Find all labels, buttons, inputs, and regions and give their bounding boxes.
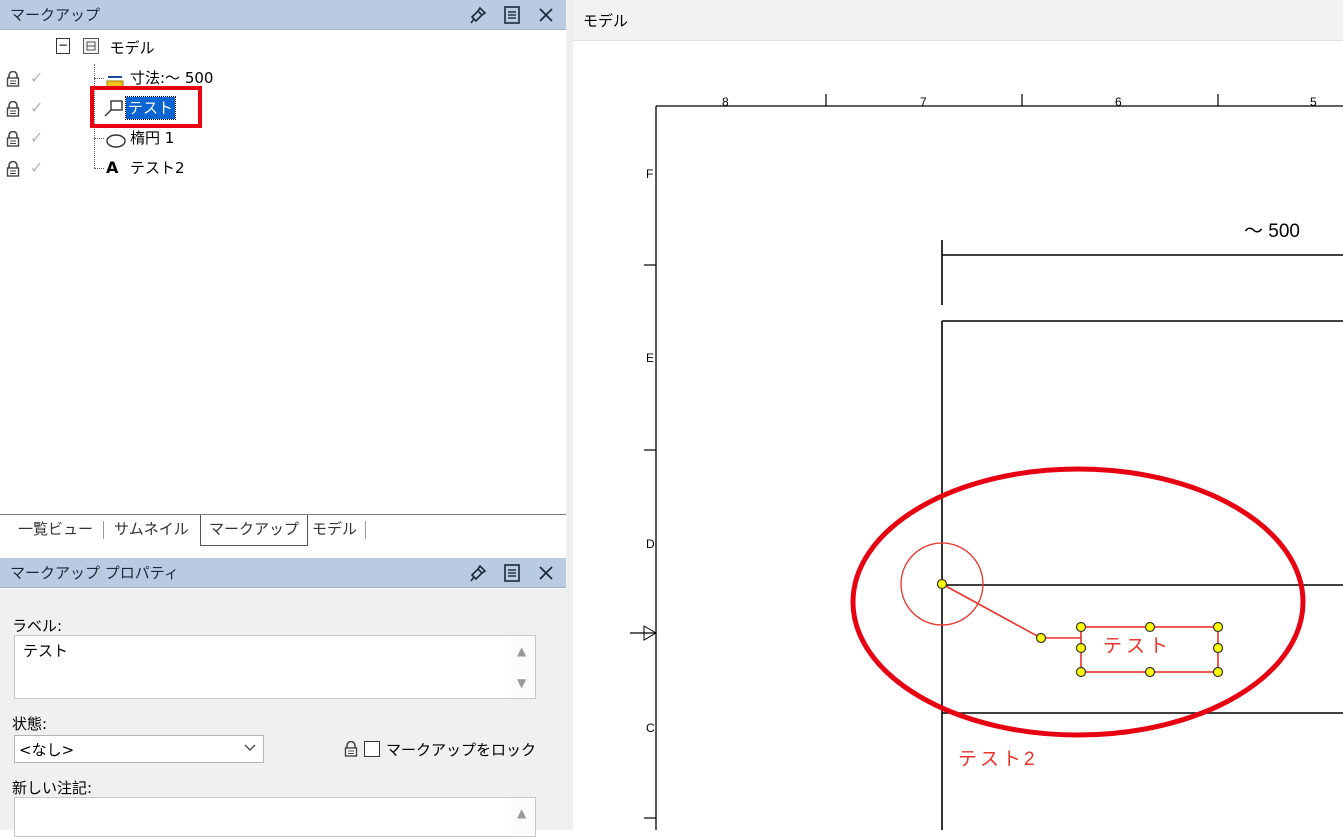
label-textarea[interactable]: テスト ▲ ▼ [14, 635, 536, 699]
lock-markup-label: マークアップをロック [386, 741, 537, 759]
label-caption: ラベル: [12, 617, 63, 635]
model-root-icon [82, 37, 99, 54]
handle[interactable] [1212, 621, 1224, 633]
lock-markup-lock-icon [344, 740, 358, 761]
column-label: 7 [920, 95, 927, 109]
tab-thumbnail[interactable]: サムネイル [106, 515, 197, 545]
properties-body: ラベル: テスト ▲ ▼ 状態: <なし> マークアップをロック 新しい注記: … [0, 589, 566, 837]
state-caption: 状態: [12, 715, 48, 733]
label-value: テスト [23, 642, 69, 660]
visible-check-icon[interactable]: ✓ [30, 124, 43, 152]
handle[interactable] [1144, 621, 1156, 633]
close-icon[interactable] [536, 563, 556, 583]
lock-markup-checkbox[interactable] [364, 741, 380, 757]
panel-tabs: 一覧ビュー サムネイル マークアップ モデル [0, 514, 566, 547]
tree-item-dimension[interactable]: ✓ 寸法:～ 500 [0, 64, 560, 92]
callout-leader-line[interactable] [941, 583, 1081, 639]
tab-list-view[interactable]: 一覧ビュー [10, 515, 101, 545]
properties-panel-title-bar: マークアップ プロパティ [0, 558, 566, 588]
new-note-scrollbar[interactable]: ▲ [511, 798, 535, 836]
highlight-ellipse [850, 466, 1306, 738]
markup-panel-title: マークアップ [10, 6, 101, 24]
handle[interactable] [1075, 642, 1087, 654]
menu-icon[interactable] [502, 563, 522, 583]
scroll-down-icon[interactable]: ▼ [517, 676, 526, 690]
drawing-canvas[interactable]: 8 7 6 5 F E D C ～ 500 テスト テスト2 [573, 41, 1343, 830]
selection-handles[interactable] [936, 578, 1224, 678]
handle[interactable] [1075, 621, 1087, 633]
drawing-header: モデル [573, 0, 1343, 41]
row-label: C [646, 721, 655, 735]
scroll-up-icon[interactable]: ▲ [517, 806, 526, 820]
row-label: D [646, 537, 655, 551]
lock-icon[interactable] [6, 128, 20, 147]
column-label: 8 [722, 95, 729, 109]
tree-item-text[interactable]: ✓ A テスト2 [0, 154, 560, 182]
lock-icon[interactable] [6, 98, 20, 117]
dimension-text: ～ 500 [1244, 221, 1300, 242]
row-label: E [646, 351, 654, 365]
tree-root-row[interactable]: − モデル [56, 34, 155, 62]
column-label: 5 [1310, 95, 1317, 109]
tree-root-label: モデル [109, 39, 155, 57]
callout-text: テスト [1103, 636, 1172, 657]
handle[interactable] [1212, 642, 1224, 654]
close-icon[interactable] [536, 5, 556, 25]
lock-icon[interactable] [6, 68, 20, 87]
markup-panel-title-bar: マークアップ [0, 0, 566, 30]
handle[interactable] [1144, 666, 1156, 678]
handle[interactable] [936, 578, 948, 590]
tab-markup[interactable]: マークアップ [200, 515, 309, 546]
new-note-textarea[interactable]: ▲ [14, 797, 536, 837]
menu-icon[interactable] [502, 5, 522, 25]
pin-icon[interactable] [468, 5, 488, 25]
column-label: 6 [1115, 95, 1122, 109]
row-label: F [646, 167, 653, 181]
handle[interactable] [1075, 666, 1087, 678]
scroll-up-icon[interactable]: ▲ [517, 644, 526, 658]
properties-panel-title: マークアップ プロパティ [10, 564, 179, 582]
tree-item-label: 楕円 1 [130, 129, 175, 147]
new-note-caption: 新しい注記: [12, 779, 93, 797]
text-markup[interactable]: テスト2 [958, 749, 1038, 770]
selection-highlight-box [90, 86, 202, 128]
lock-icon[interactable] [6, 158, 20, 177]
text-icon: A [106, 158, 119, 177]
handle[interactable] [1212, 666, 1224, 678]
tree-item-callout[interactable]: ✓ テスト [0, 94, 560, 122]
visible-check-icon[interactable]: ✓ [30, 64, 43, 92]
drawing-title: モデル [583, 12, 629, 30]
panel-splitter[interactable] [566, 0, 573, 830]
markup-tree: − モデル ✓ 寸法:～ 500 ✓ テスト ✓ 楕円 1 ✓ A テスト2 [0, 34, 566, 512]
collapse-toggle[interactable]: − [56, 37, 70, 54]
chevron-down-icon[interactable] [243, 740, 257, 758]
visible-check-icon[interactable]: ✓ [30, 94, 43, 122]
state-value: <なし> [19, 741, 75, 759]
tab-model[interactable]: モデル [304, 515, 365, 545]
visible-check-icon[interactable]: ✓ [30, 154, 43, 182]
state-select[interactable]: <なし> [14, 735, 264, 763]
handle[interactable] [1035, 632, 1047, 644]
pin-icon[interactable] [468, 563, 488, 583]
tree-item-ellipse[interactable]: ✓ 楕円 1 [0, 124, 560, 152]
label-scrollbar[interactable]: ▲ ▼ [511, 636, 535, 698]
tree-item-label: テスト2 [130, 159, 185, 177]
